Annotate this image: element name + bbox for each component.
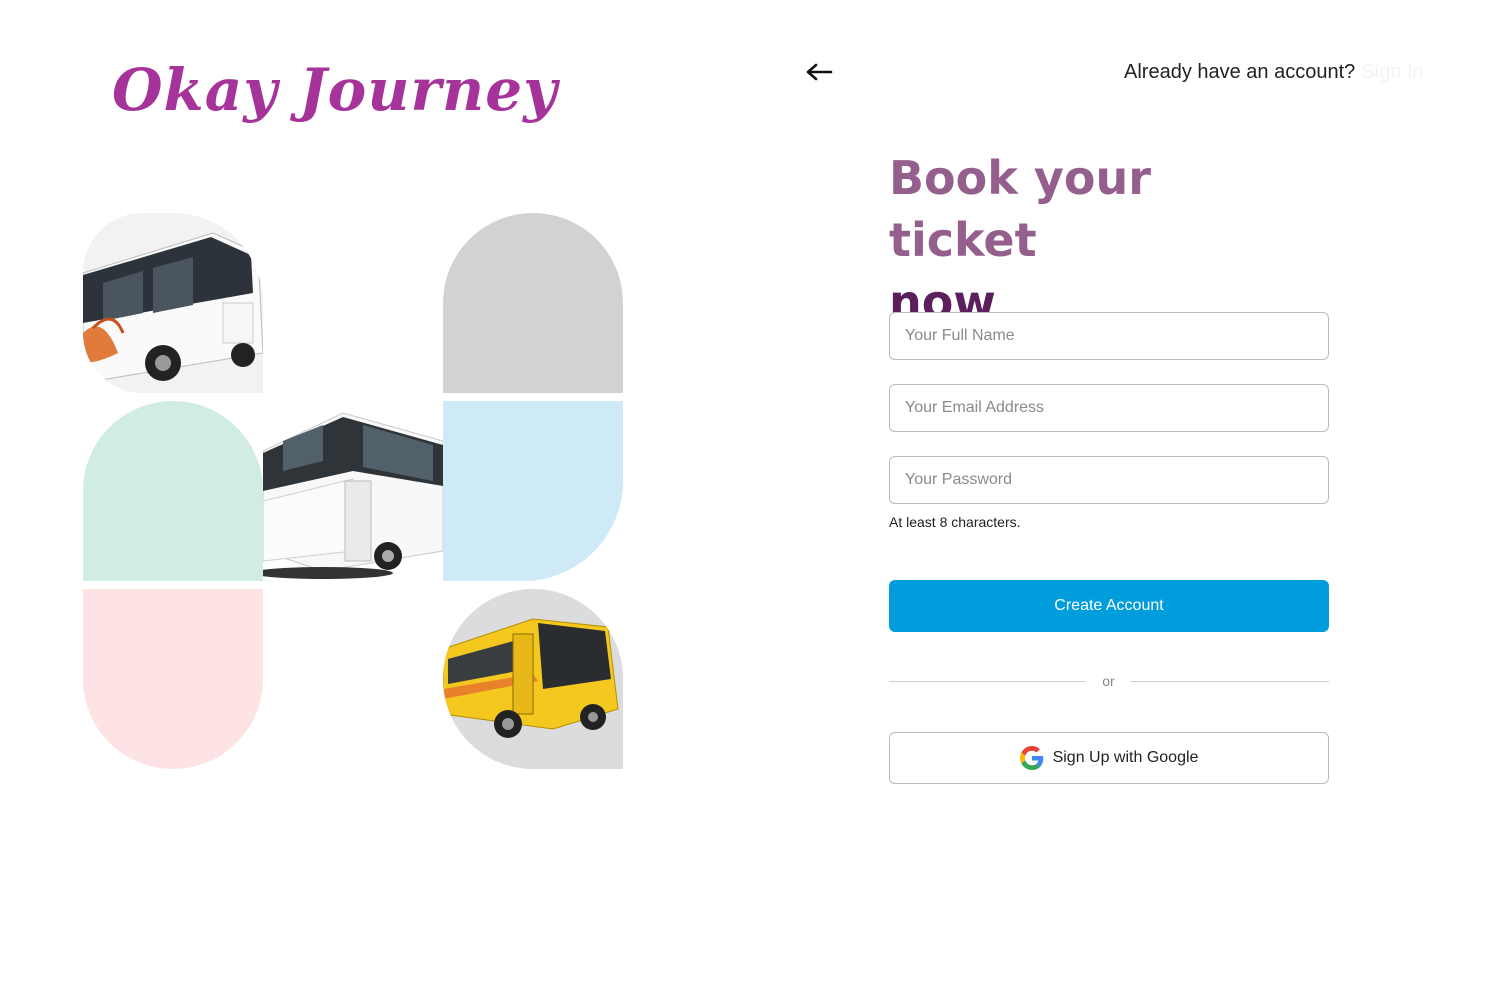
page-title: Book your ticket now bbox=[889, 147, 1309, 333]
google-signup-label: Sign Up with Google bbox=[1052, 749, 1199, 766]
create-account-button[interactable]: Create Account bbox=[889, 580, 1329, 632]
already-account-label: Already have an account? bbox=[1124, 61, 1356, 83]
yellow-bus-image bbox=[443, 589, 623, 769]
pink-tile bbox=[83, 589, 263, 769]
email-input[interactable] bbox=[889, 384, 1329, 432]
white-volvo-bus-image bbox=[263, 401, 443, 581]
google-signup-button[interactable]: Sign Up with Google bbox=[889, 732, 1329, 784]
grey-tile bbox=[443, 213, 623, 393]
divider-left bbox=[889, 681, 1086, 682]
divider-right bbox=[1131, 681, 1329, 682]
white-coach-bus-image bbox=[83, 213, 263, 393]
sign-in-link[interactable]: Sign In bbox=[1361, 61, 1423, 83]
arrow-left-icon bbox=[806, 63, 833, 81]
already-account-text: Already have an account? Sign In bbox=[1124, 61, 1424, 84]
mint-tile bbox=[83, 401, 263, 581]
brand-logo: Okay Journey bbox=[112, 56, 558, 124]
full-name-input[interactable] bbox=[889, 312, 1329, 360]
password-hint: At least 8 characters. bbox=[889, 514, 1021, 530]
or-separator: or bbox=[1102, 673, 1115, 689]
sky-tile bbox=[443, 401, 623, 581]
title-line-1: Book your ticket bbox=[889, 151, 1151, 267]
back-button[interactable] bbox=[803, 58, 835, 86]
google-icon bbox=[1019, 746, 1043, 770]
password-input[interactable] bbox=[889, 456, 1329, 504]
